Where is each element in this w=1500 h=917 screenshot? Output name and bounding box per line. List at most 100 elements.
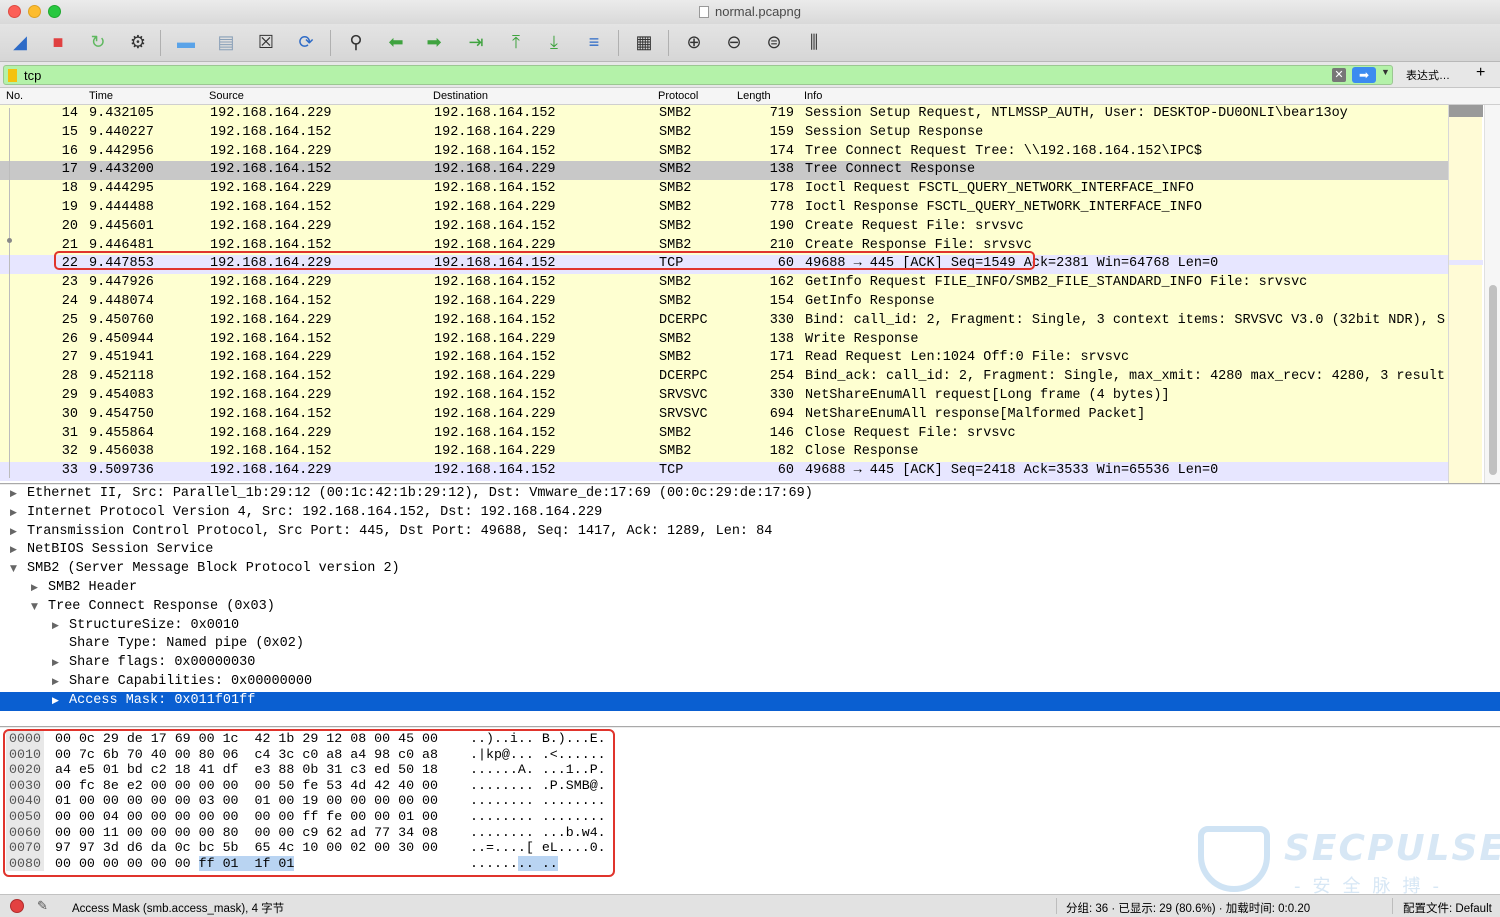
- detail-tree-item[interactable]: ▶ Share flags: 0x00000030: [0, 654, 1500, 673]
- collapsed-arrow-icon[interactable]: ▶: [52, 617, 59, 636]
- collapsed-arrow-icon[interactable]: ▶: [10, 541, 17, 560]
- capture-options-icon[interactable]: ⚙: [124, 28, 152, 56]
- annotation-highlight-row: [54, 251, 1035, 270]
- clear-filter-icon[interactable]: ✕: [1332, 68, 1346, 82]
- packet-no: 25: [61, 312, 78, 328]
- packet-row[interactable]: 14 9.432105 192.168.164.229 192.168.164.152…: [0, 105, 1448, 124]
- column-header-info[interactable]: Info: [804, 90, 822, 102]
- last-packet-icon[interactable]: ⤓: [540, 28, 568, 56]
- packet-row[interactable]: 31 9.455864 192.168.164.229 192.168.164.152…: [0, 424, 1448, 444]
- watermark-tagline: -安全脉搏-: [1294, 876, 1451, 894]
- packet-destination: 192.168.164.229: [434, 124, 556, 140]
- detail-tree-label: Share Capabilities: 0x00000000: [69, 674, 313, 689]
- colorize-icon[interactable]: ▦: [630, 28, 658, 56]
- filter-history-icon[interactable]: ▼: [1381, 67, 1390, 77]
- packet-row[interactable]: 15 9.440227 192.168.164.152 192.168.164.229…: [0, 123, 1448, 143]
- detail-tree-item[interactable]: ▶ StructureSize: 0x0010: [0, 617, 1500, 636]
- display-filter-field[interactable]: ✕ ➡ ▼: [3, 65, 1393, 85]
- packet-row[interactable]: 27 9.451941 192.168.164.229 192.168.164.152…: [0, 349, 1448, 369]
- column-header-source[interactable]: Source: [209, 90, 244, 102]
- packet-length: 182: [769, 444, 794, 460]
- detail-tree-item[interactable]: ▼ SMB2 (Server Message Block Protocol ver…: [0, 560, 1500, 579]
- collapsed-arrow-icon[interactable]: ▶: [52, 673, 59, 692]
- detail-tree-item[interactable]: ▼ Tree Connect Response (0x03): [0, 598, 1500, 617]
- capture-comment-icon[interactable]: ✎: [37, 898, 48, 914]
- column-header-destination[interactable]: Destination: [433, 90, 488, 102]
- packet-row[interactable]: 25 9.450760 192.168.164.229 192.168.164.152…: [0, 311, 1448, 331]
- collapsed-arrow-icon[interactable]: ▶: [52, 654, 59, 673]
- detail-tree-item[interactable]: ▶ Ethernet II, Src: Parallel_1b:29:12 (00…: [0, 485, 1500, 504]
- packet-row[interactable]: 26 9.450944 192.168.164.152 192.168.164.229…: [0, 330, 1448, 350]
- collapsed-arrow-icon[interactable]: ▶: [10, 504, 17, 523]
- stop-capture-icon[interactable]: ■: [44, 28, 72, 56]
- packet-length: 174: [769, 143, 794, 159]
- packet-row[interactable]: 16 9.442956 192.168.164.229 192.168.164.152…: [0, 142, 1448, 162]
- detail-tree-item[interactable]: ▶ Internet Protocol Version 4, Src: 192.1…: [0, 504, 1500, 523]
- detail-tree-item[interactable]: ▶ NetBIOS Session Service: [0, 541, 1500, 560]
- detail-tree-item[interactable]: ▶ Share Capabilities: 0x00000000: [0, 673, 1500, 692]
- column-header-no[interactable]: No.: [6, 90, 23, 102]
- collapsed-arrow-icon[interactable]: ▶: [31, 579, 38, 598]
- packet-row[interactable]: 23 9.447926 192.168.164.229 192.168.164.152…: [0, 274, 1448, 293]
- reload-file-icon[interactable]: ⟳: [292, 28, 320, 56]
- packet-info: Session Setup Request, NTLMSSP_AUTH, Use…: [805, 106, 1348, 121]
- packet-length: 190: [769, 218, 794, 234]
- expanded-arrow-icon[interactable]: ▼: [10, 560, 17, 579]
- packet-row[interactable]: 33 9.509736 192.168.164.229 192.168.164.152…: [0, 462, 1448, 481]
- packet-row[interactable]: 28 9.452118 192.168.164.152 192.168.164.229…: [0, 368, 1448, 387]
- open-file-icon[interactable]: ▬: [172, 28, 200, 56]
- filter-bookmark-icon[interactable]: [8, 69, 17, 82]
- save-file-icon[interactable]: ▤: [212, 28, 240, 56]
- expanded-arrow-icon[interactable]: ▼: [31, 598, 38, 617]
- detail-tree-item[interactable]: ▶ SMB2 Header: [0, 579, 1500, 598]
- packet-row[interactable]: 30 9.454750 192.168.164.152 192.168.164.229…: [0, 405, 1448, 425]
- normal-size-icon[interactable]: ⊜: [760, 28, 788, 56]
- collapsed-arrow-icon[interactable]: ▶: [10, 485, 17, 504]
- restart-capture-icon[interactable]: ↻: [84, 28, 112, 56]
- detail-tree-item[interactable]: ▶ Transmission Control Protocol, Src Port…: [0, 523, 1500, 542]
- autoscroll-icon[interactable]: ≡: [580, 28, 608, 56]
- start-capture-icon[interactable]: ◢: [6, 28, 34, 56]
- go-forward-icon[interactable]: ➡: [420, 28, 448, 56]
- detail-tree-item[interactable]: ▶ Access Mask: 0x011f01ff: [0, 691, 1500, 711]
- first-packet-icon[interactable]: ⤒: [502, 28, 530, 56]
- apply-filter-icon[interactable]: ➡: [1352, 67, 1376, 83]
- packet-row[interactable]: 17 9.443200 192.168.164.152 192.168.164.229…: [0, 161, 1448, 181]
- status-profile[interactable]: 配置文件: Default: [1403, 900, 1492, 916]
- column-header-length[interactable]: Length: [737, 90, 771, 102]
- collapsed-arrow-icon[interactable]: ▶: [10, 523, 17, 542]
- packet-row[interactable]: 29 9.454083 192.168.164.229 192.168.164.152…: [0, 386, 1448, 406]
- column-header-time[interactable]: Time: [89, 90, 113, 102]
- packet-list-scrollbar[interactable]: [1484, 105, 1500, 483]
- resize-columns-icon[interactable]: ⫼: [800, 28, 828, 56]
- add-filter-button[interactable]: +: [1476, 64, 1485, 82]
- go-back-icon[interactable]: ⬅: [382, 28, 410, 56]
- packet-row[interactable]: 19 9.444488 192.168.164.152 192.168.164.229…: [0, 198, 1448, 218]
- collapsed-arrow-icon[interactable]: ▶: [52, 692, 59, 711]
- packet-row[interactable]: 32 9.456038 192.168.164.152 192.168.164.229…: [0, 443, 1448, 463]
- packet-no: 19: [61, 199, 78, 215]
- close-file-icon[interactable]: ☒: [252, 28, 280, 56]
- packet-row[interactable]: 24 9.448074 192.168.164.152 192.168.164.229…: [0, 292, 1448, 312]
- packet-row[interactable]: 18 9.444295 192.168.164.229 192.168.164.152…: [0, 180, 1448, 199]
- packet-info: 49688 → 445 [ACK] Seq=2418 Ack=3533 Win=…: [805, 463, 1219, 479]
- packet-destination: 192.168.164.229: [434, 444, 556, 460]
- expression-button[interactable]: 表达式…: [1406, 67, 1450, 83]
- packet-minimap[interactable]: [1448, 105, 1483, 483]
- column-header-protocol[interactable]: Protocol: [658, 90, 698, 102]
- packet-no: 33: [61, 463, 78, 479]
- zoom-in-icon[interactable]: ⊕: [680, 28, 708, 56]
- expert-info-icon[interactable]: [10, 899, 24, 913]
- go-to-packet-icon[interactable]: ⇥: [462, 28, 490, 56]
- packet-no: 20: [61, 218, 78, 234]
- find-packet-icon[interactable]: ⚲: [342, 28, 370, 56]
- packet-list-header: No. Time Source Destination Protocol Len…: [0, 88, 1500, 105]
- packet-protocol: TCP: [659, 463, 684, 479]
- detail-tree-label: Access Mask: 0x011f01ff: [69, 692, 256, 708]
- display-filter-input[interactable]: [24, 67, 1324, 83]
- detail-tree-item[interactable]: Share Type: Named pipe (0x02): [0, 635, 1500, 654]
- zoom-out-icon[interactable]: ⊖: [720, 28, 748, 56]
- packet-row[interactable]: 20 9.445601 192.168.164.229 192.168.164.152…: [0, 217, 1448, 237]
- packet-list-scroll-thumb[interactable]: [1489, 285, 1497, 475]
- packet-length: 162: [769, 275, 794, 291]
